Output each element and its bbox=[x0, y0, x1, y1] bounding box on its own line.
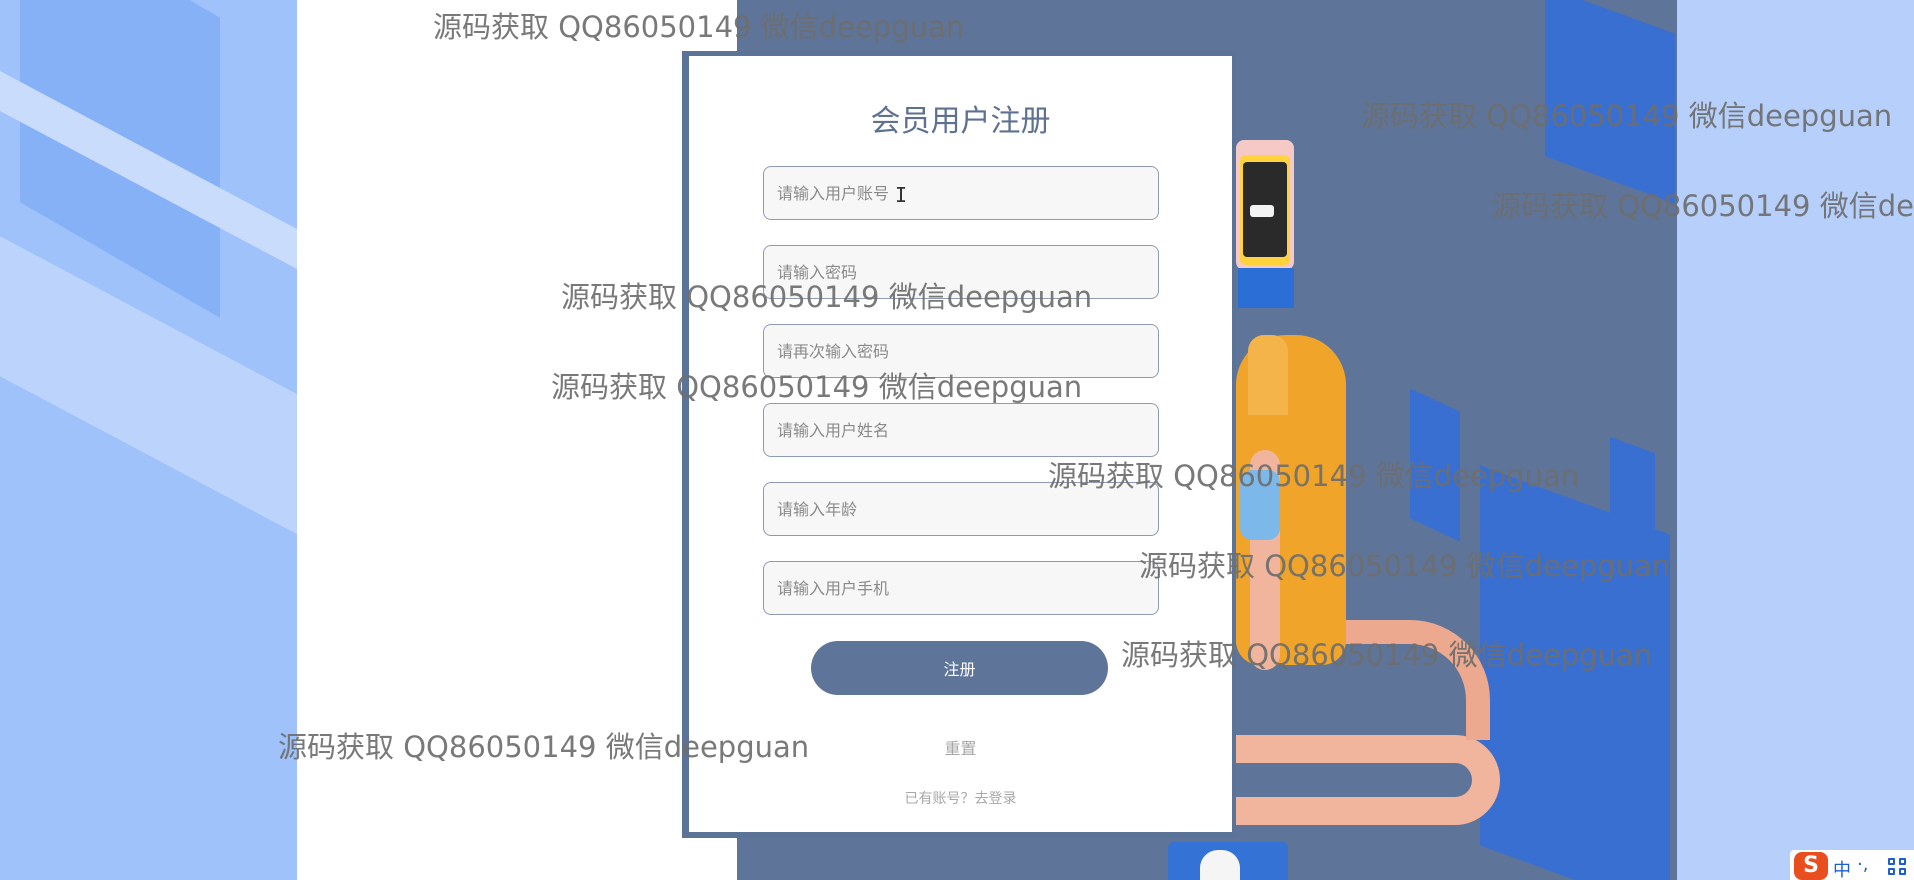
watermark-text: 源码获取 QQ86050149 微信deepguan bbox=[433, 10, 965, 44]
register-button[interactable]: 注册 bbox=[811, 641, 1108, 695]
text-cursor-icon: I bbox=[895, 183, 908, 207]
ime-mode-toggle[interactable]: 中 bbox=[1833, 856, 1851, 880]
watermark-text: 源码获取 QQ86050149 微信deepguan bbox=[1048, 459, 1580, 493]
background-left-panel bbox=[0, 0, 297, 880]
illustration-device-part bbox=[1200, 850, 1240, 880]
page-title: 会员用户注册 bbox=[870, 104, 1051, 139]
decorative-blue-panel bbox=[1610, 436, 1655, 544]
watermark-text: 源码获取 QQ86050149 微信deepguan bbox=[551, 370, 1083, 404]
watermark-text: 源码获取 QQ86050149 微信deepguan bbox=[278, 730, 810, 764]
illustration-bottle-neck bbox=[1248, 335, 1288, 415]
watermark-text: 源码获取 QQ86050149 微信de bbox=[1492, 189, 1914, 223]
watermark-text: 源码获取 QQ86050149 微信deepguan bbox=[1139, 549, 1671, 583]
ime-logo-icon[interactable]: S bbox=[1794, 852, 1828, 880]
name-input[interactable] bbox=[763, 403, 1159, 457]
ime-punctuation-toggle[interactable]: ·, bbox=[1857, 854, 1868, 875]
illustration-robot-light bbox=[1250, 205, 1274, 217]
username-input[interactable] bbox=[763, 166, 1159, 220]
watermark-text: 源码获取 QQ86050149 微信deepguan bbox=[561, 280, 1093, 314]
ime-menu-icon[interactable] bbox=[1888, 858, 1910, 876]
watermark-text: 源码获取 QQ86050149 微信deepguan bbox=[1121, 638, 1653, 672]
watermark-text: 源码获取 QQ86050149 微信deepguan bbox=[1361, 99, 1893, 133]
illustration-robot-base bbox=[1238, 268, 1294, 308]
login-link[interactable]: 已有账号？去登录 bbox=[689, 788, 1232, 808]
phone-input[interactable] bbox=[763, 561, 1159, 615]
